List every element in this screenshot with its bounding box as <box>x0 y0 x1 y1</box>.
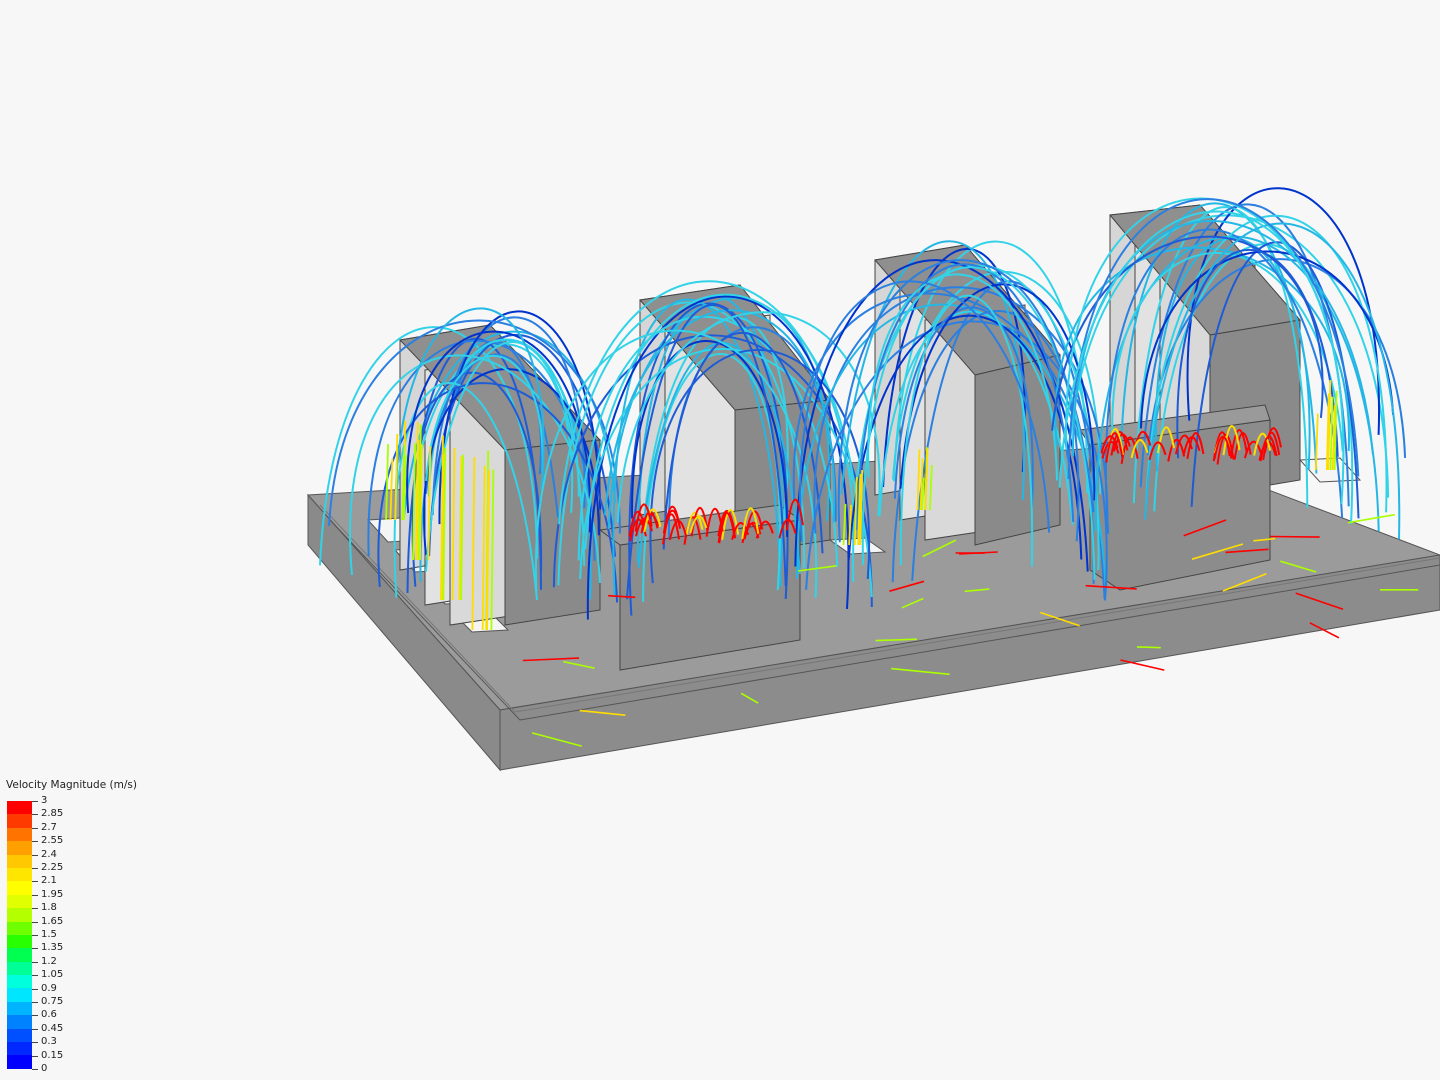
legend-swatch <box>7 814 32 828</box>
legend-tick-mark <box>32 827 38 829</box>
legend-tick-label: 1.2 <box>41 955 57 967</box>
streamline-floor <box>1270 535 1320 538</box>
legend-tick-mark <box>32 1015 38 1017</box>
legend-tick-label: 2.1 <box>41 875 57 887</box>
legend-swatch <box>7 948 32 962</box>
legend-tick-mark <box>32 868 38 869</box>
legend-swatch <box>7 921 32 935</box>
legend-swatch <box>7 975 32 989</box>
legend-tick-mark <box>32 961 38 963</box>
streamline-floor <box>1347 513 1395 524</box>
cfd-viewport[interactable]: Velocity Magnitude (m/s) 3 2.85 2.7 2.55 2.4… <box>0 0 1440 1080</box>
legend-tick-mark <box>32 1002 38 1003</box>
legend-tick-mark <box>32 801 38 802</box>
legend-tick-label: 3 <box>41 795 48 806</box>
legend-swatch <box>7 827 32 842</box>
legend-tick-label: 1.8 <box>41 902 57 914</box>
legend-title: Velocity Magnitude (m/s) <box>6 779 137 791</box>
legend-color-bar <box>7 801 32 1069</box>
legend-tick-mark <box>32 841 38 843</box>
legend-tick-mark <box>32 908 38 910</box>
legend-tick-label: 2.4 <box>41 848 57 860</box>
legend-tick-label: 2.55 <box>41 835 64 847</box>
legend-tick-label: 1.65 <box>41 915 64 927</box>
legend-tick-mark <box>32 1069 38 1070</box>
legend-swatch <box>7 1055 32 1069</box>
legend-swatch <box>7 988 32 1002</box>
legend-tick-mark <box>32 1042 38 1044</box>
legend-tick-label: 1.35 <box>41 942 64 954</box>
legend-tick-label: 0.15 <box>41 1049 64 1061</box>
legend-swatch <box>7 1001 32 1016</box>
legend-swatch <box>7 841 32 855</box>
legend-tick-label: 2.7 <box>41 821 57 833</box>
legend-tick-label: 0.9 <box>41 982 57 994</box>
streamline-floor <box>1136 646 1161 649</box>
legend-tick-label: 0.45 <box>41 1022 64 1034</box>
legend-tick-mark <box>32 894 38 896</box>
legend-swatch <box>7 934 32 949</box>
legend-tick-mark <box>32 921 38 923</box>
legend-swatch <box>7 894 32 909</box>
streamline-floor <box>1120 659 1165 671</box>
legend-tick-mark <box>32 814 38 816</box>
legend-tick-mark <box>32 1055 38 1057</box>
legend-swatch <box>7 1042 32 1056</box>
legend-tick-label: 1.95 <box>41 888 64 900</box>
legend-swatch <box>7 854 32 868</box>
velocity-legend: Velocity Magnitude (m/s) 3 2.85 2.7 2.55 2.4… <box>6 779 206 1074</box>
legend-swatch <box>7 908 32 922</box>
cfd-model-scene[interactable] <box>0 0 1440 1080</box>
legend-tick-mark <box>32 881 38 883</box>
legend-swatch <box>7 881 32 895</box>
legend-tick-label: 1.5 <box>41 929 57 940</box>
legend-swatch <box>7 1028 32 1043</box>
legend-tick-label: 0.6 <box>41 1009 57 1021</box>
legend-tick-label: 1.05 <box>41 969 64 981</box>
legend-tick-mark <box>32 854 38 856</box>
legend-tick-label: 0.3 <box>41 1036 57 1048</box>
legend-tick-label: 2.25 <box>41 862 64 873</box>
legend-swatch <box>7 961 32 976</box>
legend-tick-mark <box>32 948 38 950</box>
legend-tick-label: 0 <box>41 1063 48 1074</box>
legend-tick-label: 0.75 <box>41 996 64 1007</box>
legend-tick-label: 2.85 <box>41 808 64 820</box>
legend-tick-mark <box>32 935 38 936</box>
legend-swatch <box>7 1015 32 1029</box>
legend-swatch <box>7 867 32 882</box>
legend-swatch <box>7 801 32 815</box>
legend-tick-mark <box>32 975 38 977</box>
legend-tick-mark <box>32 988 38 990</box>
legend-tick-mark <box>32 1028 38 1030</box>
